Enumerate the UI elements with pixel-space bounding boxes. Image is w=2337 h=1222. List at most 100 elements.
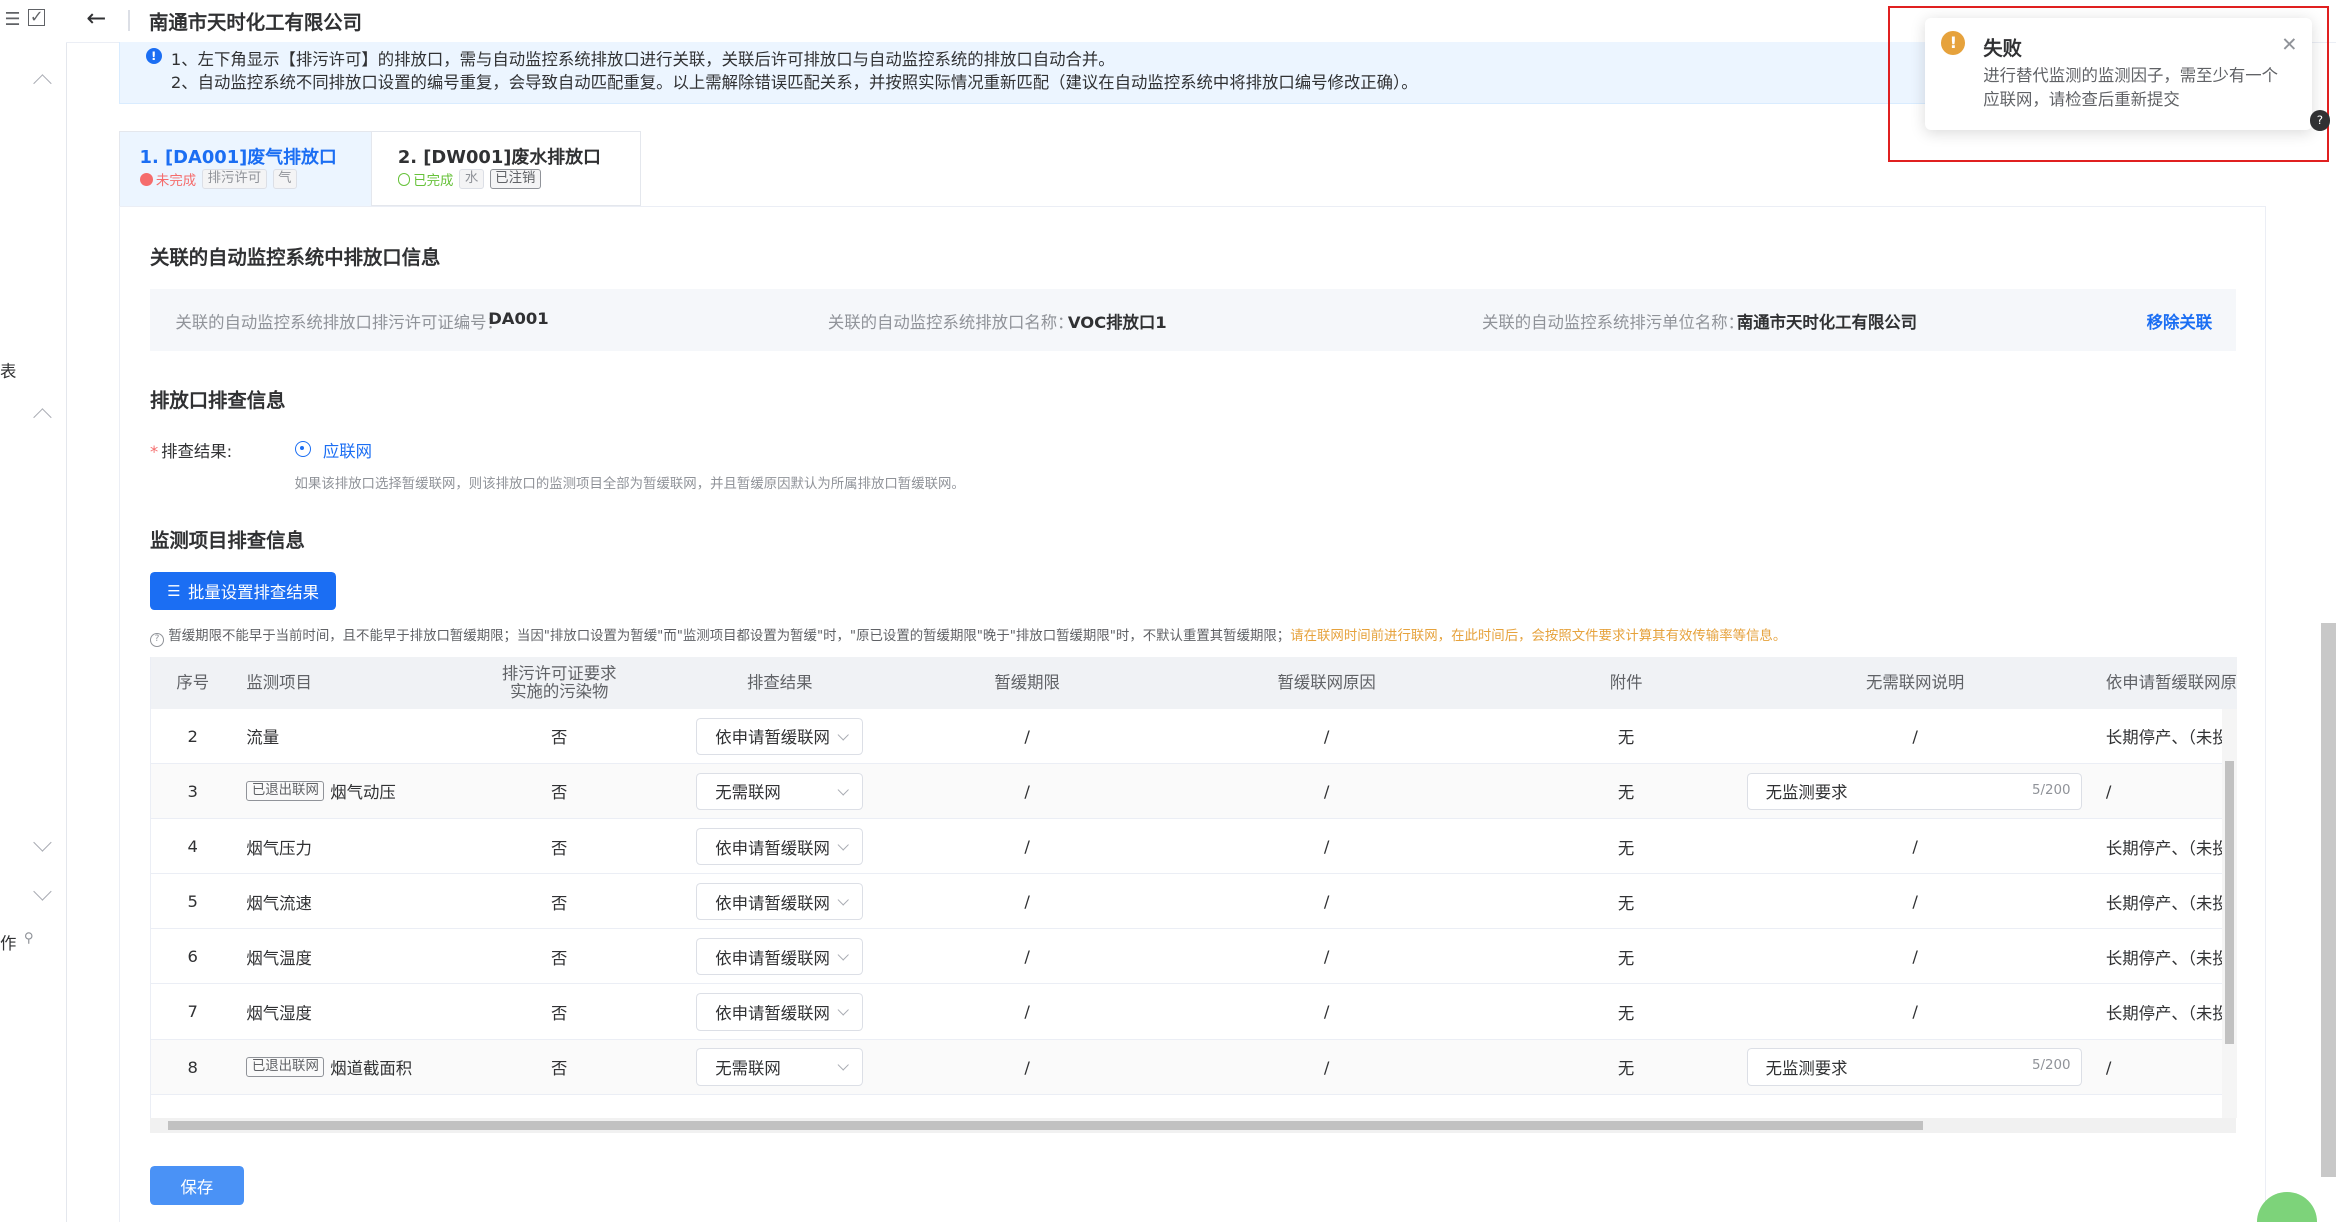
table-row: 5 烟气流速 否 依申请暂缓联网 / / 无 / 长期停产、（未投 (150, 874, 2237, 930)
cell-reason: / (1323, 947, 1330, 967)
menu-icon[interactable]: ☰ (4, 9, 20, 30)
result-select[interactable]: 依申请暂缓联网 (696, 883, 864, 921)
result-select[interactable]: 依申请暂缓联网 (696, 717, 864, 755)
chevron-down-icon (837, 894, 850, 907)
chevron-down-icon[interactable] (33, 882, 52, 901)
explain-input[interactable]: 无监测要求 5/200 (1746, 1048, 2083, 1086)
cell-apply-reason: 长期停产、（未投 (2105, 728, 2226, 748)
cell-deadline: / (1024, 947, 1030, 967)
cell-no: 5 (187, 892, 198, 912)
cell-permit: 否 (551, 1059, 568, 1079)
chevron-down-icon[interactable] (33, 833, 52, 852)
table-horizontal-scrollbar[interactable] (149, 1118, 2236, 1134)
linked-info-bar: 关联的自动监控系统排放口排污许可证编号： DA001 关联的自动监控系统排放口名… (149, 288, 2236, 352)
cell-attachment: 无 (1617, 893, 1635, 913)
close-icon[interactable]: ✕ (2281, 33, 2297, 56)
save-button[interactable]: 保存 (149, 1166, 244, 1205)
radio-button[interactable] (294, 440, 311, 457)
radio-label[interactable]: 应联网 (323, 438, 372, 462)
result-select[interactable]: 依申请暂缓联网 (696, 827, 864, 866)
cell-reason: / (1323, 781, 1330, 801)
cell-apply-reason: 长期停产、（未投 (2105, 893, 2226, 913)
cell-apply-reason: 长期停产、（未投 (2105, 948, 2226, 968)
cell-deadline: / (1024, 781, 1030, 801)
question-icon: ? (149, 633, 164, 648)
cell-attachment: 无 (1617, 1003, 1635, 1023)
cell-reason: / (1323, 1002, 1330, 1022)
tag: 已注销 (489, 169, 541, 190)
table-vertical-scrollbar[interactable] (2222, 708, 2237, 1119)
cell-item: 已退出联网 烟气动压 (246, 764, 484, 819)
cell-no: 3 (187, 781, 198, 801)
main-panel: 关联的自动监控系统中排放口信息 关联的自动监控系统排放口排污许可证编号： DA0… (119, 205, 2267, 1222)
tag: 排污许可 (202, 169, 267, 190)
arrow-left-icon[interactable]: ← (86, 4, 106, 32)
tag: 气 (272, 169, 297, 190)
field-label: 关联的自动监控系统排污单位名称： (1482, 313, 1745, 333)
cell-explain: / (1912, 837, 1918, 857)
cell-item: 流量 (246, 728, 280, 748)
cell-permit: 否 (551, 728, 568, 748)
table-row (151, 1095, 2237, 1119)
section-title: 关联的自动监控系统中排放口信息 (149, 246, 441, 270)
result-select[interactable]: 无需联网 (696, 1048, 864, 1086)
column-header: 暂缓期限 (994, 672, 1060, 692)
cell-no: 2 (187, 726, 198, 746)
link-icon[interactable]: ⚲ (24, 931, 34, 946)
cell-explain: / (1912, 947, 1918, 967)
assistant-avatar[interactable] (2257, 1192, 2317, 1222)
cell-item: 已退出联网 烟道截面积 (246, 1040, 484, 1095)
result-select[interactable]: 依申请暂缓联网 (696, 993, 864, 1031)
cell-permit: 否 (551, 948, 568, 968)
monitor-table: 序号 监测项目 排污许可证要求实施的污染物 排查结果 暂缓期限 暂缓联网原因 附… (149, 656, 2237, 1119)
result-select[interactable]: 无需联网 (696, 772, 864, 811)
char-count: 5/200 (2031, 782, 2071, 798)
unlink-button[interactable]: 移除关联 (2147, 309, 2213, 333)
scroll-thumb[interactable] (167, 1121, 1924, 1131)
cell-permit: 否 (551, 893, 568, 913)
field-value: VOC排放口1 (1067, 313, 1167, 333)
cell-apply-reason: / (2105, 1057, 2112, 1077)
cell-apply-reason: / (2105, 781, 2112, 801)
status-badge: 未完成 (139, 169, 196, 189)
field-label: 关联的自动监控系统排放口排污许可证编号： (175, 313, 503, 333)
tab-da001[interactable]: 1. [DA001]废气排放口 未完成 排污许可 气 (119, 131, 373, 206)
warning-icon: ! (1941, 31, 1966, 56)
page-scrollbar[interactable] (2321, 622, 2337, 1178)
chevron-down-icon (837, 783, 850, 796)
left-sidebar: ☰ ✓ 表 作 ⚲ (0, 0, 67, 1222)
cell-item: 烟气湿度 (246, 1003, 312, 1023)
explain-input[interactable]: 无监测要求 5/200 (1746, 772, 2083, 811)
field-label: 关联的自动监控系统排放口名称： (827, 313, 1074, 333)
column-header: 排查结果 (747, 672, 813, 692)
divider (128, 10, 130, 32)
result-select[interactable]: 依申请暂缓联网 (696, 938, 864, 976)
tab-title: 2. [DW001]废水排放口 (397, 146, 601, 168)
scroll-thumb[interactable] (2225, 760, 2234, 1044)
check-circle-icon (397, 173, 411, 186)
cell-reason: / (1323, 892, 1330, 912)
batch-set-button[interactable]: ☰ 批量设置排查结果 (149, 571, 337, 611)
table-row: 2 流量 否 依申请暂缓联网 / / 无 / 长期停产、（未投 (150, 709, 2237, 764)
tab-dw001[interactable]: 2. [DW001]废水排放口 已完成 水 已注销 (372, 131, 641, 206)
exited-tag: 已退出联网 (246, 1057, 325, 1077)
checkbox-icon[interactable]: ✓ (28, 8, 46, 26)
char-count: 5/200 (2031, 1058, 2071, 1074)
table-row: 4 烟气压力 否 依申请暂缓联网 / / 无 / 长期停产、（未投 (150, 819, 2237, 875)
sidebar-text-2[interactable]: 作 (0, 930, 16, 954)
cell-item: 烟气温度 (246, 948, 312, 968)
cell-no: 6 (187, 947, 198, 967)
outlet-tabs: 1. [DA001]废气排放口 未完成 排污许可 气 2. [DW001]废水排… (119, 131, 641, 206)
chevron-up-icon[interactable] (33, 408, 52, 427)
cell-attachment: 无 (1617, 838, 1635, 858)
chevron-up-icon[interactable] (33, 74, 52, 94)
chevron-down-icon (837, 839, 850, 852)
table-row: 8 已退出联网 烟道截面积 否 无需联网 / / 无 无监测要求 5/200 / (150, 1039, 2237, 1095)
table-row: 7 烟气湿度 否 依申请暂缓联网 / / 无 / 长期停产、（未投 (150, 984, 2237, 1040)
status-badge: 已完成 (397, 169, 453, 189)
column-header: 排污许可证要求实施的污染物 (501, 663, 617, 701)
column-header: 序号 (176, 672, 210, 692)
list-icon: ☰ (167, 582, 181, 601)
chevron-down-icon (837, 949, 850, 962)
column-header: 监测项目 (246, 672, 312, 692)
